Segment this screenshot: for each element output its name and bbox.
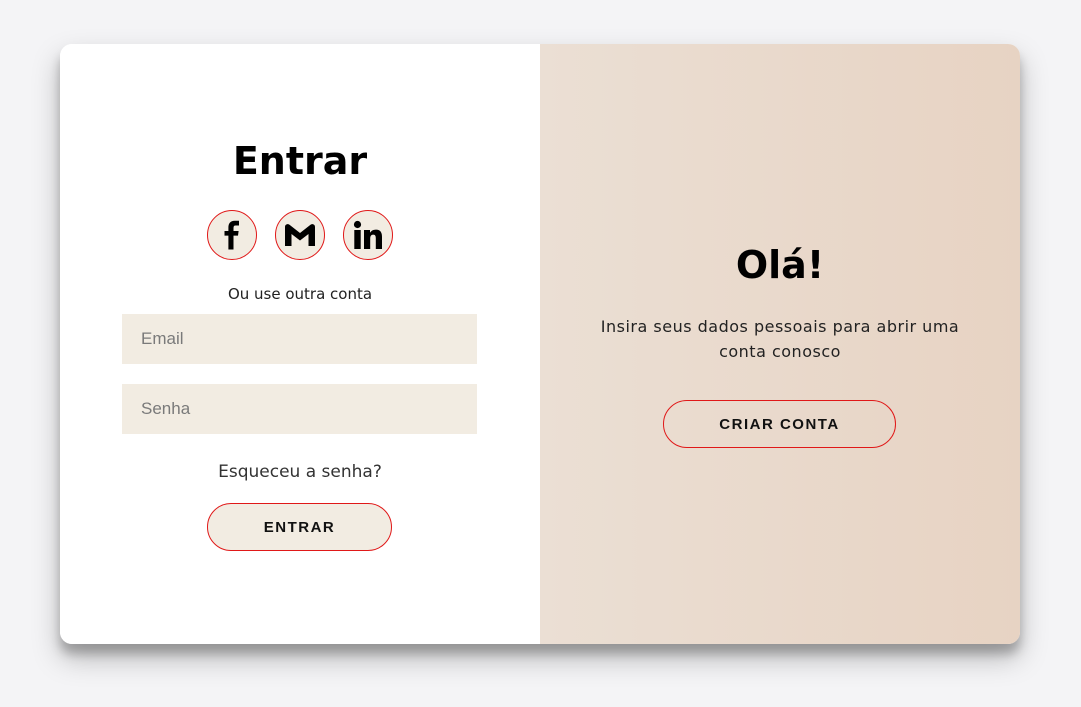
signin-button[interactable]: ENTRAR: [207, 503, 392, 551]
signup-overlay-panel: Olá! Insira seus dados pessoais para abr…: [540, 44, 1020, 644]
linkedin-icon: [353, 220, 383, 250]
create-account-button[interactable]: CRIAR CONTA: [663, 400, 896, 448]
forgot-password-link[interactable]: Esqueceu a senha?: [60, 462, 540, 482]
overlay-description: Insira seus dados pessoais para abrir um…: [600, 317, 960, 361]
password-field[interactable]: [122, 384, 477, 434]
overlay-title: Olá!: [735, 243, 825, 287]
social-login-group: [60, 210, 540, 260]
email-field[interactable]: [122, 314, 477, 364]
facebook-login-button[interactable]: [207, 210, 257, 260]
gmail-login-button[interactable]: [275, 210, 325, 260]
signin-title: Entrar: [232, 139, 368, 183]
signin-panel: Entrar Ou use outra conta Email Esqueceu…: [60, 44, 540, 644]
alternate-account-text: Ou use outra conta: [227, 285, 373, 303]
gmail-icon: [284, 223, 316, 247]
linkedin-login-button[interactable]: [343, 210, 393, 260]
facebook-icon: [220, 220, 244, 250]
auth-card: Entrar Ou use outra conta Email Esqueceu…: [60, 44, 1020, 644]
